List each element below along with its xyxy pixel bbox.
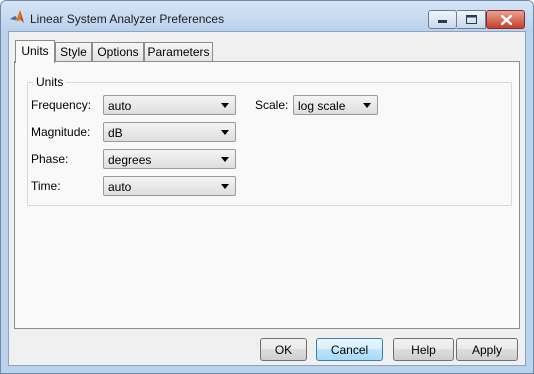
chevron-down-icon (363, 103, 371, 108)
scale-label: Scale: (255, 98, 289, 112)
frequency-value: auto (108, 99, 132, 113)
phase-label: Phase: (31, 152, 69, 166)
maximize-icon (466, 15, 477, 24)
tab-options[interactable]: Options (92, 42, 144, 62)
units-group-title: Units (33, 75, 67, 89)
minimize-button[interactable] (428, 10, 457, 29)
magnitude-label: Magnitude: (31, 125, 91, 139)
time-dropdown[interactable]: auto (103, 176, 236, 196)
tab-options-label: Options (97, 45, 139, 59)
chevron-down-icon (221, 157, 229, 162)
tab-parameters-label: Parameters (147, 45, 210, 59)
cancel-button[interactable]: Cancel (316, 338, 383, 361)
tab-style-label: Style (60, 45, 87, 59)
chevron-down-icon (221, 103, 229, 108)
matlab-logo-icon (10, 10, 24, 23)
tab-units[interactable]: Units (15, 40, 55, 63)
phase-dropdown[interactable]: degrees (103, 149, 236, 169)
time-value: auto (108, 180, 132, 194)
scale-value: log scale (298, 99, 346, 113)
tab-units-label: Units (21, 44, 49, 58)
tab-style[interactable]: Style (55, 42, 92, 62)
frequency-dropdown[interactable]: auto (103, 95, 236, 115)
magnitude-value: dB (108, 126, 123, 140)
chevron-down-icon (221, 184, 229, 189)
time-label: Time: (31, 179, 61, 193)
minimize-icon (438, 20, 447, 23)
preferences-window: Linear System Analyzer Preferences Units… (0, 0, 534, 374)
window-title: Linear System Analyzer Preferences (30, 12, 225, 26)
units-tab-panel: Units Frequency: auto Scale: log scale M… (14, 61, 520, 329)
maximize-button[interactable] (457, 10, 486, 29)
ok-button[interactable]: OK (260, 338, 307, 361)
phase-value: degrees (108, 153, 152, 167)
close-icon (501, 15, 512, 25)
title-bar[interactable]: Linear System Analyzer Preferences (1, 1, 533, 31)
tab-parameters[interactable]: Parameters (144, 42, 213, 62)
magnitude-dropdown[interactable]: dB (103, 122, 236, 142)
frequency-label: Frequency: (31, 98, 92, 112)
close-button[interactable] (486, 10, 525, 29)
chevron-down-icon (221, 130, 229, 135)
dialog-body: Units Style Options Parameters Units Fre… (8, 31, 526, 366)
apply-button[interactable]: Apply (456, 338, 518, 361)
units-groupbox: Units Frequency: auto Scale: log scale M… (27, 75, 512, 206)
help-button[interactable]: Help (393, 338, 454, 361)
scale-dropdown[interactable]: log scale (293, 95, 378, 115)
